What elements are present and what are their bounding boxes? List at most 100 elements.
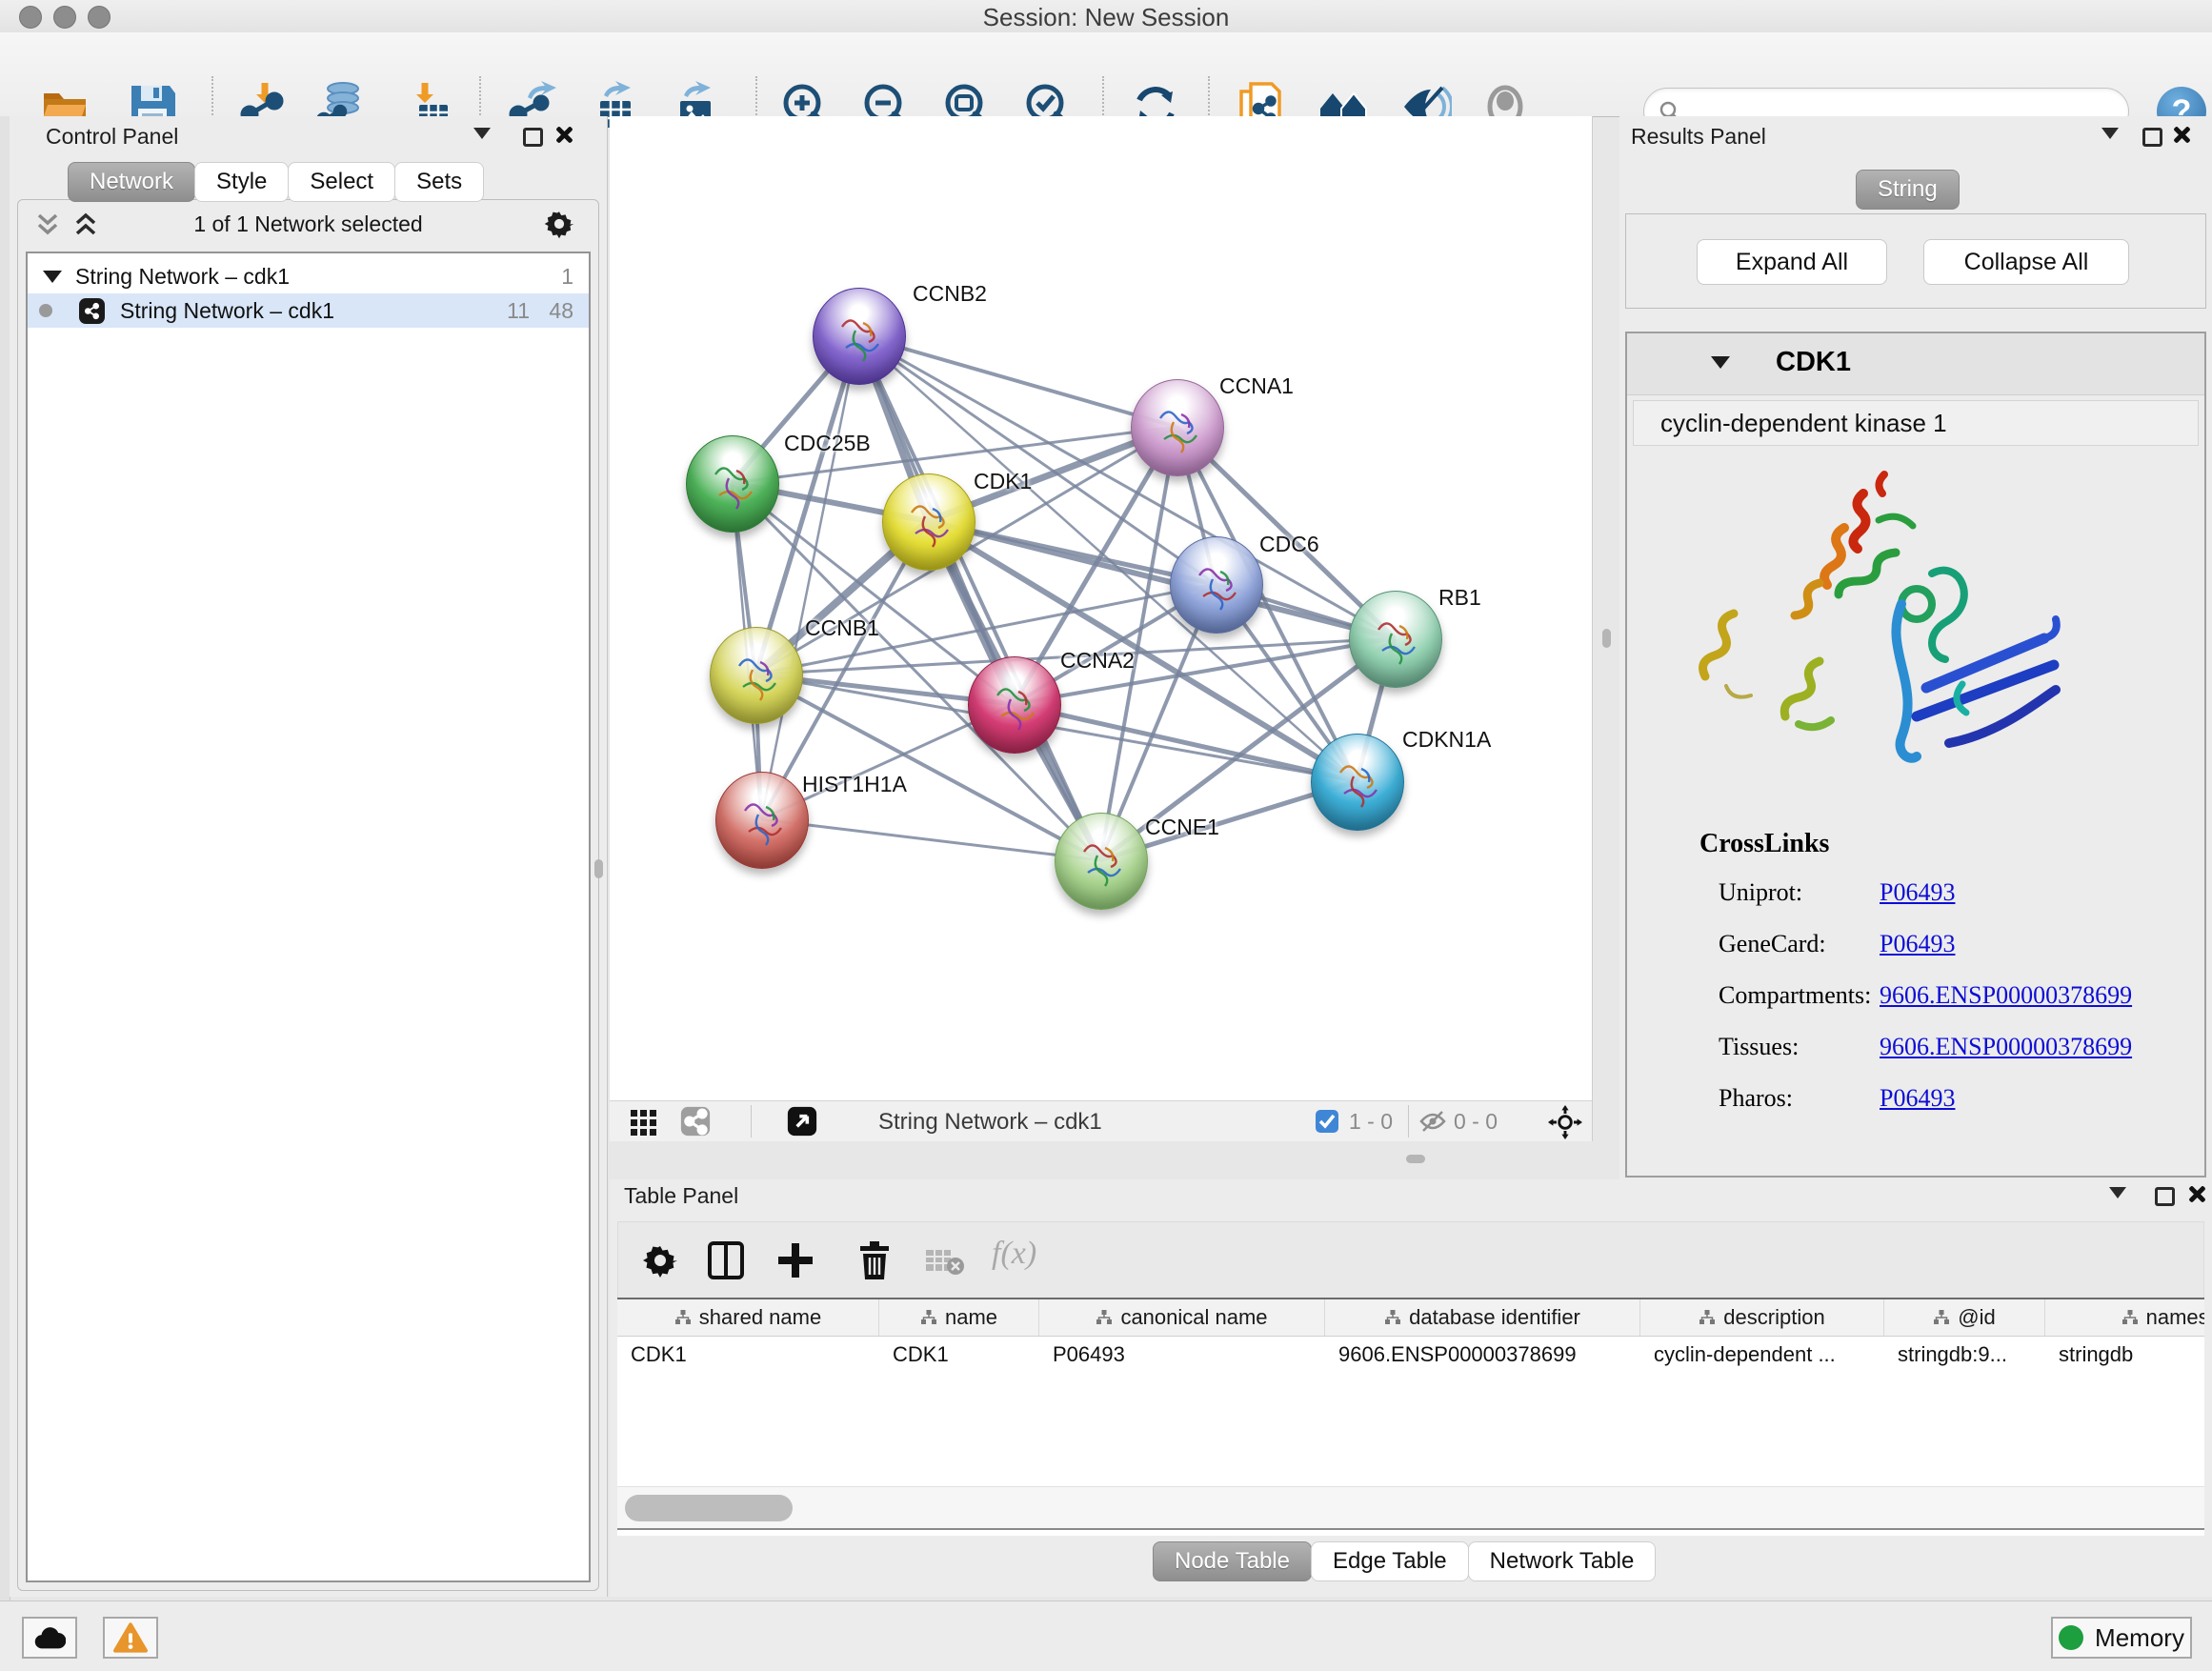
control-panel-title: Control Panel: [46, 124, 178, 150]
node-CCNB2[interactable]: [813, 288, 906, 385]
column-header-label: shared name: [699, 1305, 821, 1330]
protein-ribbon-thumbnail: [716, 773, 808, 868]
crosslink-link[interactable]: 9606.ENSP00000378699: [1880, 1033, 2132, 1061]
node-CDK1[interactable]: [882, 473, 975, 571]
tab-style[interactable]: Style: [194, 162, 289, 202]
protein-ribbon-thumbnail: [711, 628, 802, 723]
results-panel-close-icon[interactable]: [2172, 126, 2189, 143]
protein-ribbon-thumbnail: [1056, 814, 1147, 909]
network-view-icon[interactable]: [680, 1106, 711, 1137]
left-splitter-handle[interactable]: [594, 859, 603, 878]
tab-string[interactable]: String: [1856, 170, 1960, 210]
node-CCNA2[interactable]: [968, 656, 1061, 754]
delete-column-icon[interactable]: [858, 1241, 891, 1279]
control-panel-close-icon[interactable]: [554, 126, 572, 143]
column-header-label: name: [945, 1305, 997, 1330]
edge-HIST1H1A-CCNE1[interactable]: [761, 819, 1100, 860]
column-header-name[interactable]: name: [879, 1299, 1039, 1336]
node-CDC25B[interactable]: [686, 435, 779, 533]
crosslink-link[interactable]: P06493: [1880, 930, 1955, 958]
hidden-counts: 0 - 0: [1454, 1109, 1498, 1135]
table-horizontal-scrollbar[interactable]: [617, 1486, 2204, 1529]
bottom-splitter-handle[interactable]: [1406, 1155, 1425, 1163]
node-CCNB1[interactable]: [710, 627, 803, 724]
table-cell[interactable]: stringdb: [2045, 1337, 2204, 1373]
crosslink-link[interactable]: P06493: [1880, 1084, 1955, 1113]
column-header--id[interactable]: @id: [1884, 1299, 2045, 1336]
network-view-title: String Network – cdk1: [878, 1109, 1102, 1136]
column-header-description[interactable]: description: [1640, 1299, 1884, 1336]
selected-checkbox-icon[interactable]: [1315, 1109, 1339, 1134]
cloud-status-button[interactable]: [22, 1617, 77, 1659]
collapse-all-button[interactable]: Collapse All: [1923, 239, 2129, 285]
node-CCNA1[interactable]: [1131, 379, 1224, 476]
protein-section-header[interactable]: CDK1: [1627, 333, 2204, 395]
network-collection-row[interactable]: String Network – cdk1 1: [28, 259, 589, 293]
node-CDKN1A[interactable]: [1311, 734, 1404, 831]
scrollbar-thumb[interactable]: [625, 1495, 793, 1521]
table-bottom-border: [617, 1528, 2204, 1530]
table-row[interactable]: CDK1CDK1P064939606.ENSP00000378699cyclin…: [617, 1337, 2204, 1373]
table-panel-close-icon[interactable]: [2187, 1185, 2204, 1202]
show-columns-icon[interactable]: [708, 1241, 744, 1279]
protein-collapse-icon[interactable]: [1711, 356, 1730, 369]
table-cell[interactable]: P06493: [1039, 1337, 1325, 1373]
warnings-button[interactable]: [103, 1617, 158, 1659]
cloud-icon: [33, 1625, 66, 1650]
expand-all-button[interactable]: Expand All: [1697, 239, 1887, 285]
column-header-database-identifier[interactable]: database identifier: [1325, 1299, 1640, 1336]
hidden-eye-icon[interactable]: [1419, 1110, 1446, 1133]
table-options-gear-icon[interactable]: [641, 1241, 679, 1279]
node-CCNE1[interactable]: [1055, 813, 1148, 910]
protein-ribbon-thumbnail: [1171, 537, 1262, 633]
tab-sets[interactable]: Sets: [394, 162, 484, 202]
memory-button[interactable]: Memory: [2051, 1617, 2192, 1659]
birds-eye-view-icon[interactable]: [1548, 1105, 1582, 1139]
node-HIST1H1A[interactable]: [715, 772, 809, 869]
control-panel: Control Panel NetworkStyleSelectSets 1 o…: [10, 116, 608, 1597]
results-panel-float-icon[interactable]: [2142, 128, 2162, 147]
table-cell[interactable]: stringdb:9...: [1884, 1337, 2045, 1373]
right-splitter-handle[interactable]: [1602, 629, 1611, 648]
table-cell[interactable]: CDK1: [879, 1337, 1039, 1373]
tab-network-table[interactable]: Network Table: [1468, 1541, 1657, 1581]
collection-expand-icon[interactable]: [43, 271, 62, 283]
node-CDC6[interactable]: [1170, 536, 1263, 634]
control-panel-float-icon[interactable]: [523, 128, 543, 147]
column-header-canonical-name[interactable]: canonical name: [1039, 1299, 1325, 1336]
tab-node-table[interactable]: Node Table: [1153, 1541, 1312, 1581]
control-panel-float-menu-icon[interactable]: [473, 124, 491, 139]
table-panel-float-icon[interactable]: [2155, 1187, 2175, 1206]
tab-network[interactable]: Network: [68, 162, 195, 202]
edge-CCNA2-CDKN1A[interactable]: [1014, 704, 1357, 781]
column-header-namespace[interactable]: namespace: [2045, 1299, 2204, 1336]
table-panel-float-menu-icon[interactable]: [2109, 1183, 2126, 1198]
grid-view-icon[interactable]: [629, 1106, 659, 1137]
crosslink-label: Tissues:: [1719, 1033, 1799, 1061]
network-options-gear-icon[interactable]: [543, 208, 575, 240]
table-cell[interactable]: CDK1: [617, 1337, 879, 1373]
network-row[interactable]: String Network – cdk1 11 48: [28, 293, 589, 328]
tab-select[interactable]: Select: [288, 162, 395, 202]
column-header-shared-name[interactable]: shared name: [617, 1299, 879, 1336]
results-panel-float-menu-icon[interactable]: [2101, 124, 2119, 139]
table-cell[interactable]: 9606.ENSP00000378699: [1325, 1337, 1640, 1373]
edge-CCNB2-HIST1H1A[interactable]: [761, 335, 858, 819]
crosslink-link[interactable]: 9606.ENSP00000378699: [1880, 981, 2132, 1010]
table-toolbar: f(x): [617, 1221, 2204, 1299]
table-cell[interactable]: cyclin-dependent ...: [1640, 1337, 1884, 1373]
detach-view-icon[interactable]: [787, 1106, 817, 1137]
node-RB1[interactable]: [1349, 591, 1442, 688]
edge-CDK1-RB1[interactable]: [928, 521, 1395, 638]
edge-CCNB2-CCNA1[interactable]: [858, 335, 1176, 427]
protein-ribbon-thumbnail: [1132, 380, 1223, 475]
network-canvas[interactable]: CCNB2CCNA1CDC25BCDK1CDC6RB1CCNB1CCNA2CDK…: [610, 116, 1593, 1100]
table-type-tabs: Node TableEdge TableNetwork Table: [1154, 1541, 1656, 1581]
window-title: Session: New Session: [0, 3, 2212, 32]
crosslink-link[interactable]: P06493: [1880, 878, 1955, 907]
node-label-CDC6: CDC6: [1259, 532, 1319, 557]
column-sort-icon: [1933, 1309, 1950, 1326]
add-column-icon[interactable]: [776, 1241, 814, 1279]
node-label-CCNA1: CCNA1: [1219, 373, 1294, 399]
tab-edge-table[interactable]: Edge Table: [1311, 1541, 1469, 1581]
